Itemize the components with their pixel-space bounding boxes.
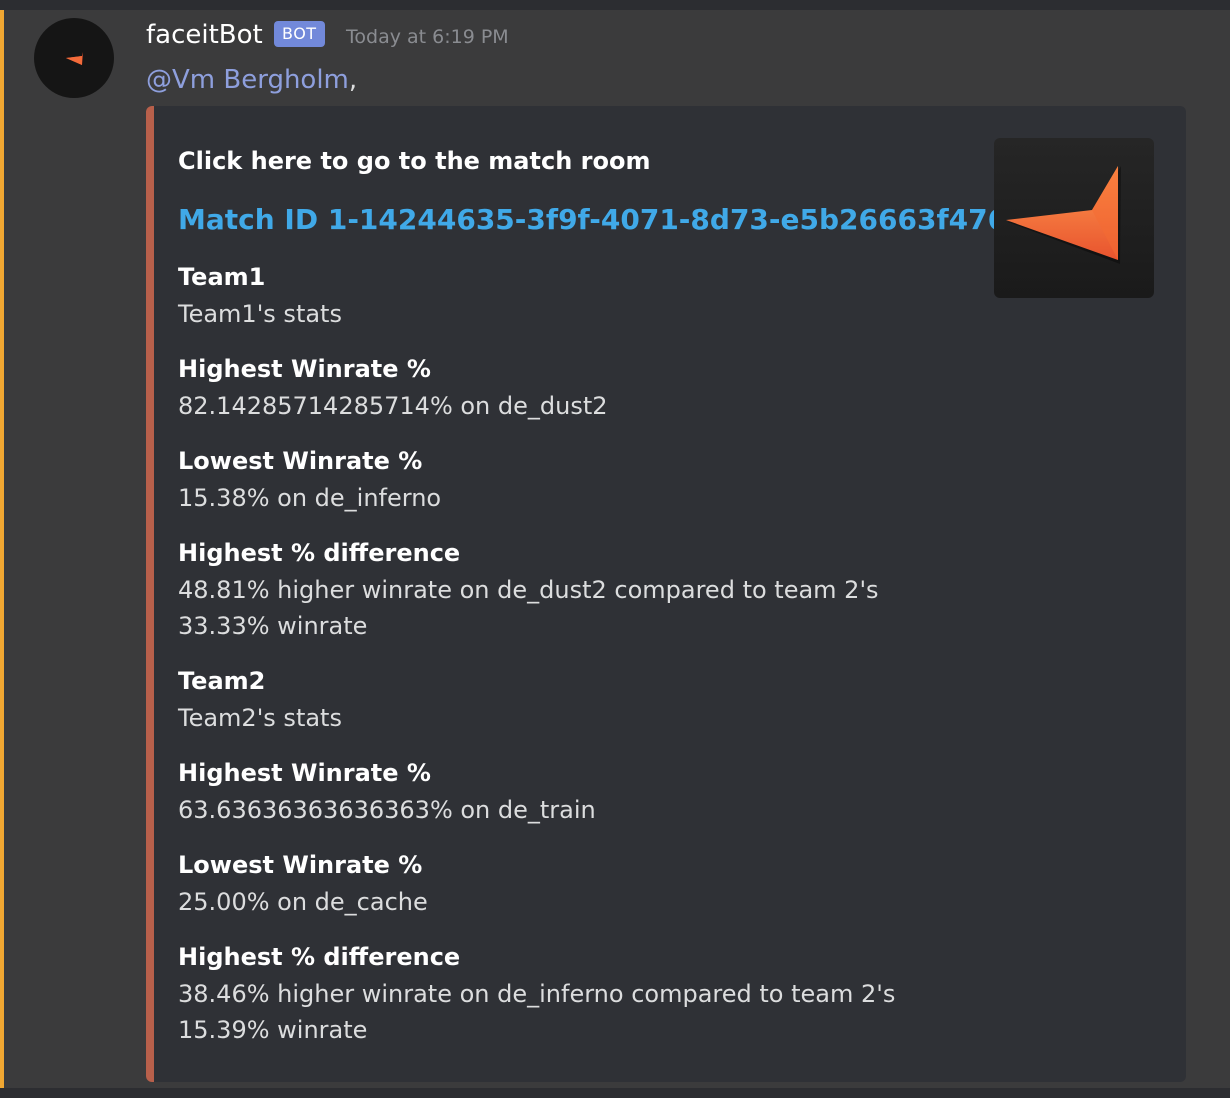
embed-field: Highest % difference 38.46% higher winra…	[178, 938, 898, 1048]
embed-field: Lowest Winrate % 15.38% on de_inferno	[178, 442, 968, 516]
embed-field: Team1 Team1's stats	[178, 258, 968, 332]
field-value: 63.63636363636363% on de_train	[178, 796, 596, 824]
faceit-logo-icon	[66, 52, 83, 65]
field-name: Team1	[178, 263, 266, 291]
field-name: Highest % difference	[178, 539, 461, 567]
faceit-logo-icon	[1006, 166, 1121, 264]
username[interactable]: faceitBot	[146, 16, 263, 54]
message-content: @Vm Bergholm,	[146, 60, 357, 100]
field-name: Team2	[178, 667, 266, 695]
embed-field: Team2 Team2's stats	[178, 662, 968, 736]
field-name: Highest Winrate %	[178, 759, 431, 787]
user-mention[interactable]: @Vm Bergholm	[146, 65, 349, 95]
divider-top	[0, 0, 1230, 10]
mention-highlight-bar	[0, 10, 4, 1088]
field-name: Lowest Winrate %	[178, 447, 423, 475]
embed-field: Lowest Winrate % 25.00% on de_cache	[178, 846, 968, 920]
embed-accent-bar	[146, 106, 154, 1082]
field-name: Highest % difference	[178, 943, 461, 971]
embed-title-link[interactable]: Match ID 1-14244635-3f9f-4071-8d73-e5b26…	[178, 200, 1007, 240]
chat-window: faceitBot BOT Today at 6:19 PM @Vm Bergh…	[0, 0, 1230, 1098]
embed-field: Highest Winrate % 63.63636363636363% on …	[178, 754, 968, 828]
field-value: Team2's stats	[178, 704, 342, 732]
divider-bottom	[0, 1088, 1230, 1098]
field-value: 82.14285714285714% on de_dust2	[178, 392, 608, 420]
field-value: Team1's stats	[178, 300, 342, 328]
embed-field: Highest % difference 48.81% higher winra…	[178, 534, 968, 644]
field-value: 38.46% higher winrate on de_inferno comp…	[178, 980, 896, 1044]
embed-author-link[interactable]: Click here to go to the match room	[178, 142, 650, 180]
embed-thumbnail[interactable]	[994, 138, 1154, 298]
field-value: 15.38% on de_inferno	[178, 484, 442, 512]
embed-field: Highest Winrate % 82.14285714285714% on …	[178, 350, 968, 424]
field-name: Highest Winrate %	[178, 355, 431, 383]
timestamp: Today at 6:19 PM	[346, 26, 509, 48]
mention-suffix: ,	[348, 65, 358, 95]
bot-tag: BOT	[274, 21, 325, 47]
field-value: 25.00% on de_cache	[178, 888, 428, 916]
field-value: 48.81% higher winrate on de_dust2 compar…	[178, 576, 879, 640]
embed: Click here to go to the match room Match…	[146, 106, 1186, 1082]
avatar[interactable]	[34, 18, 114, 98]
field-name: Lowest Winrate %	[178, 851, 423, 879]
